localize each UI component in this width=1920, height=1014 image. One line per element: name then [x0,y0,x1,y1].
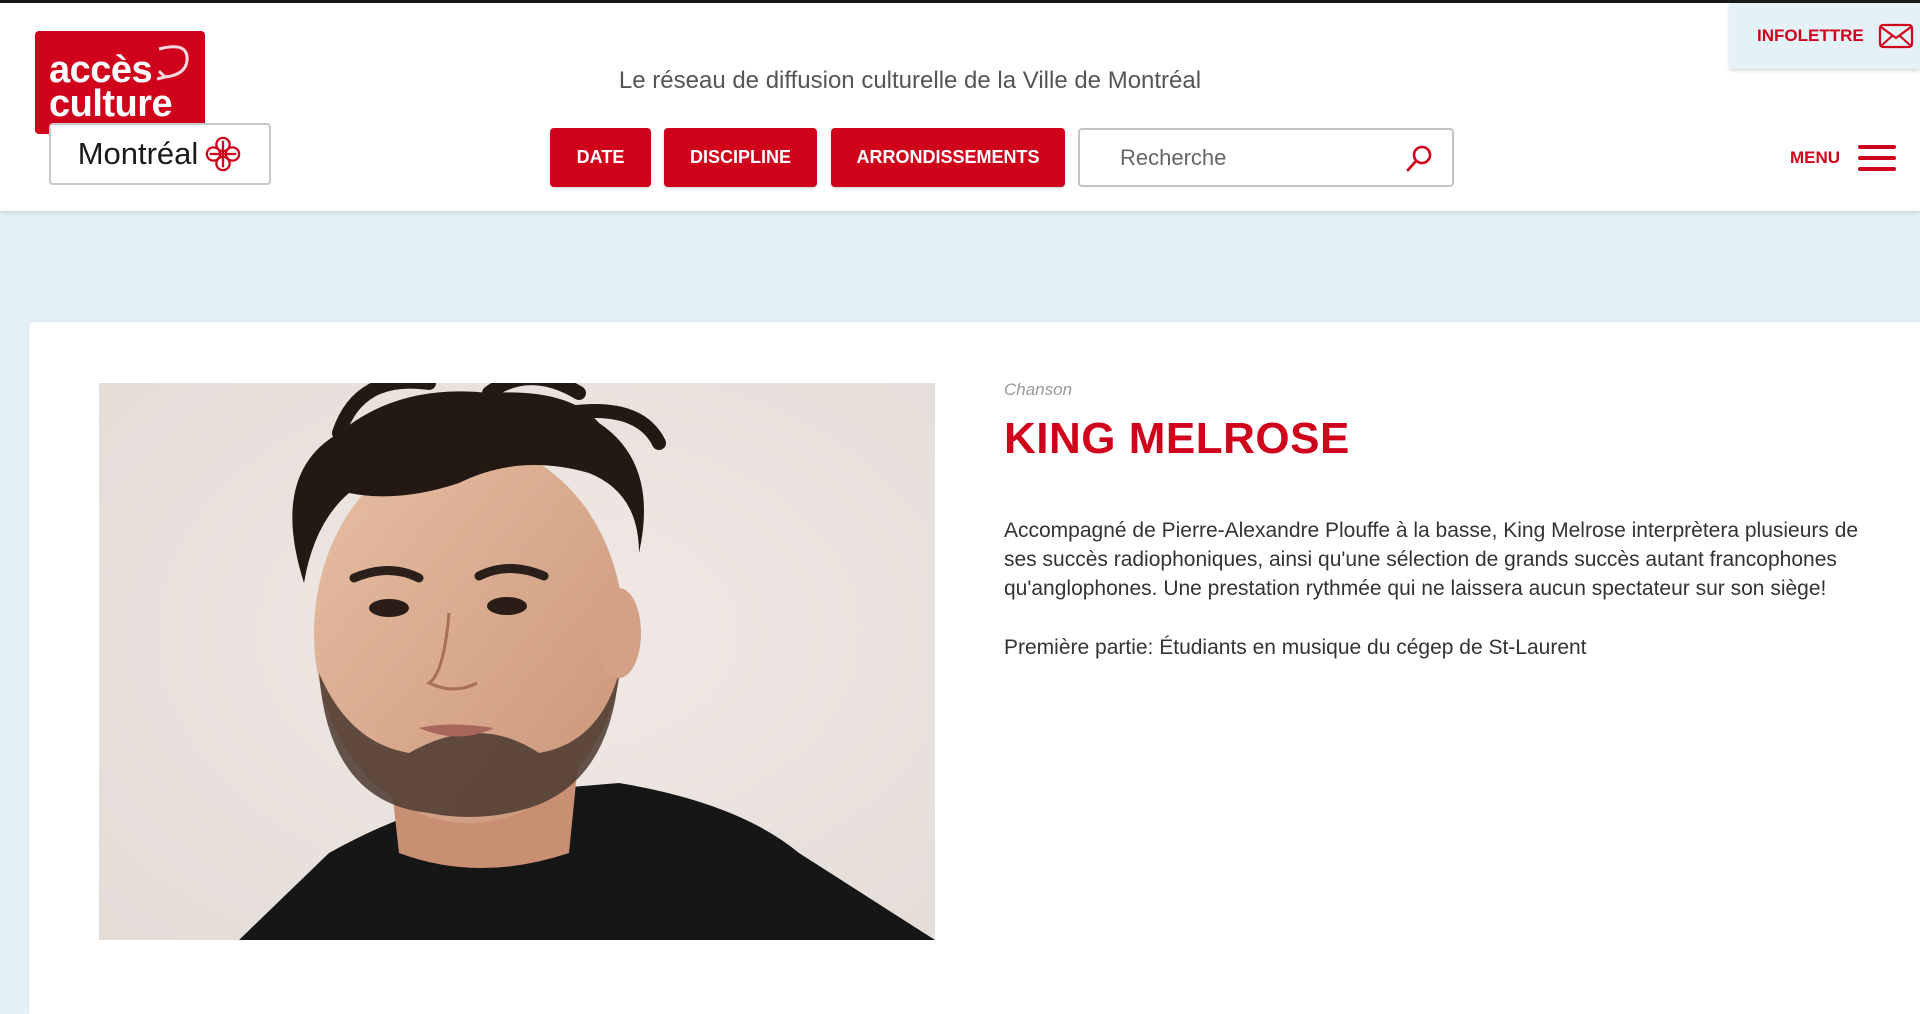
montreal-logo[interactable]: Montréal [49,123,271,185]
acces-culture-logo[interactable]: accès culture [35,31,205,134]
date-filter-button[interactable]: DATE [550,128,651,187]
site-tagline: Le réseau de diffusion culturelle de la … [618,67,1202,94]
discipline-filter-button[interactable]: DISCIPLINE [664,128,817,187]
menu-button[interactable]: MENU [1790,141,1897,175]
newsletter-tab[interactable]: INFOLETTRE [1729,3,1920,69]
artist-portrait-image [99,383,935,940]
search-box [1078,128,1454,187]
arrondissements-filter-button[interactable]: ARRONDISSEMENTS [831,128,1065,187]
menu-label: MENU [1790,148,1841,167]
search-input[interactable] [1120,138,1390,178]
artist-photo [99,383,935,940]
event-card: Chanson KING MELROSE Accompagné de Pierr… [29,322,1920,1014]
site-header: accès culture Montréal Le réseau de diff… [0,3,1920,211]
logo-line-2: culture [49,83,173,125]
event-opening-act: Première partie: Étudiants en musique du… [1004,636,1587,659]
event-title: KING MELROSE [1004,414,1350,463]
newsletter-label: INFOLETTRE [1757,26,1864,45]
hamburger-icon [1858,143,1897,173]
envelope-icon [1878,23,1913,49]
logo-line-1: accès [49,49,153,91]
montreal-logo-text: Montréal [77,136,199,171]
search-icon[interactable] [1404,144,1434,174]
event-category: Chanson [1004,380,1073,399]
event-description: Accompagné de Pierre-Alexandre Plouffe à… [1004,519,1859,600]
montreal-rosette-icon [206,136,241,172]
